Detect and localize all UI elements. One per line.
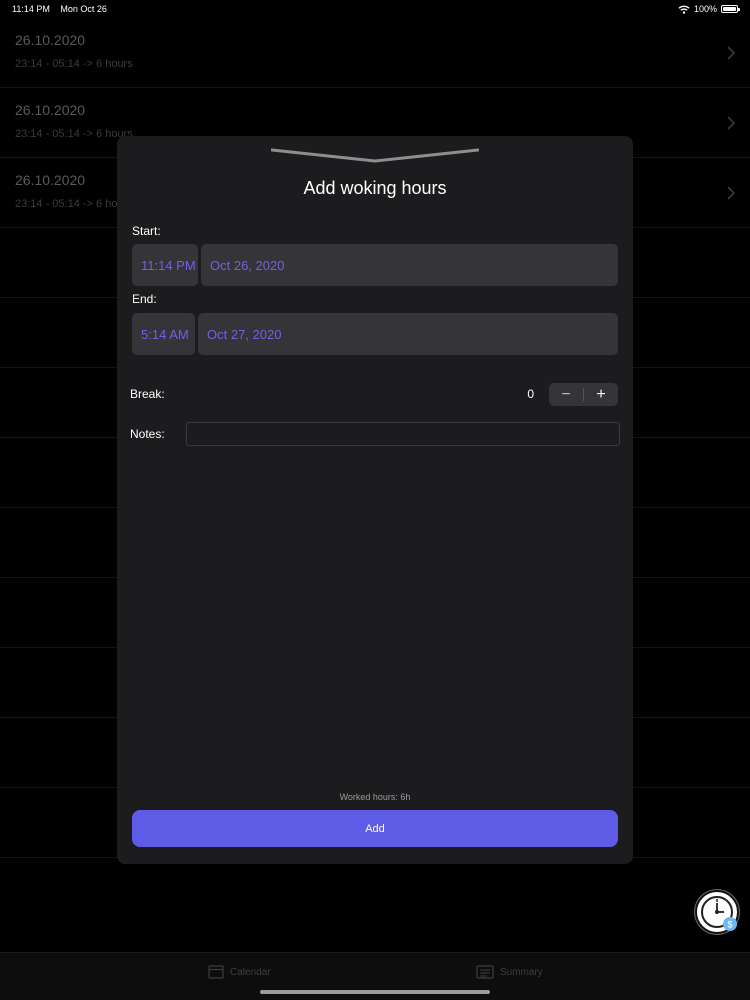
entry-date: 26.10.2020 bbox=[15, 102, 86, 118]
entry-detail: 23:14 - 05:14 -> 6 hours bbox=[15, 128, 133, 140]
tab-bar: Calendar Summary bbox=[0, 952, 750, 1000]
add-hours-sheet: Add woking hours Start: 11:14 PM Oct 26,… bbox=[117, 136, 633, 864]
worked-hours-text: Worked hours: 6h bbox=[339, 792, 411, 802]
start-label: Start: bbox=[132, 224, 161, 238]
end-date-picker[interactable]: Oct 27, 2020 bbox=[198, 313, 618, 355]
wifi-icon bbox=[678, 5, 690, 14]
svg-text:$: $ bbox=[727, 920, 732, 930]
summary-icon bbox=[476, 965, 494, 979]
home-indicator[interactable] bbox=[260, 990, 490, 994]
battery-icon bbox=[721, 5, 740, 13]
tab-summary-label: Summary bbox=[500, 966, 543, 978]
break-increment-button[interactable]: + bbox=[584, 383, 618, 406]
clock-dollar-icon: $ bbox=[701, 896, 737, 931]
end-time-picker[interactable]: 5:14 AM bbox=[132, 313, 195, 355]
notes-field[interactable] bbox=[186, 422, 620, 446]
sheet-title: Add woking hours bbox=[303, 178, 447, 198]
add-button[interactable]: Add bbox=[132, 810, 618, 847]
chevron-right-icon bbox=[727, 46, 736, 60]
chevron-right-icon bbox=[727, 116, 736, 130]
entry-date: 26.10.2020 bbox=[15, 172, 86, 188]
status-time: 11:14 PM bbox=[12, 4, 50, 14]
status-bar: 11:14 PM Mon Oct 26 100% bbox=[0, 0, 750, 18]
break-stepper: − + bbox=[549, 383, 618, 406]
tab-summary[interactable]: Summary bbox=[476, 965, 543, 979]
add-hours-fab-button[interactable]: $ bbox=[695, 890, 739, 934]
list-item[interactable]: 26.10.2020 23:14 - 05:14 -> 6 hours bbox=[0, 18, 750, 88]
sheet-grabber-chevron-icon[interactable] bbox=[271, 148, 479, 166]
tab-calendar-label: Calendar bbox=[230, 966, 271, 978]
calendar-icon bbox=[208, 965, 224, 979]
chevron-right-icon bbox=[727, 186, 736, 200]
status-date: Mon Oct 26 bbox=[60, 4, 107, 14]
tab-calendar[interactable]: Calendar bbox=[208, 965, 271, 979]
end-label: End: bbox=[132, 292, 157, 306]
break-value: 0 bbox=[527, 387, 534, 401]
entry-detail: 23:14 - 05:14 -> 6 hours bbox=[15, 58, 133, 70]
break-label: Break: bbox=[130, 387, 165, 401]
battery-percent: 100% bbox=[693, 4, 717, 14]
break-decrement-button[interactable]: − bbox=[549, 383, 583, 406]
entry-detail: 23:14 - 05:14 -> 6 hours bbox=[15, 198, 133, 210]
start-date-picker[interactable]: Oct 26, 2020 bbox=[201, 244, 618, 286]
start-time-picker[interactable]: 11:14 PM bbox=[132, 244, 198, 286]
entry-date: 26.10.2020 bbox=[15, 32, 86, 48]
notes-label: Notes: bbox=[130, 427, 165, 441]
